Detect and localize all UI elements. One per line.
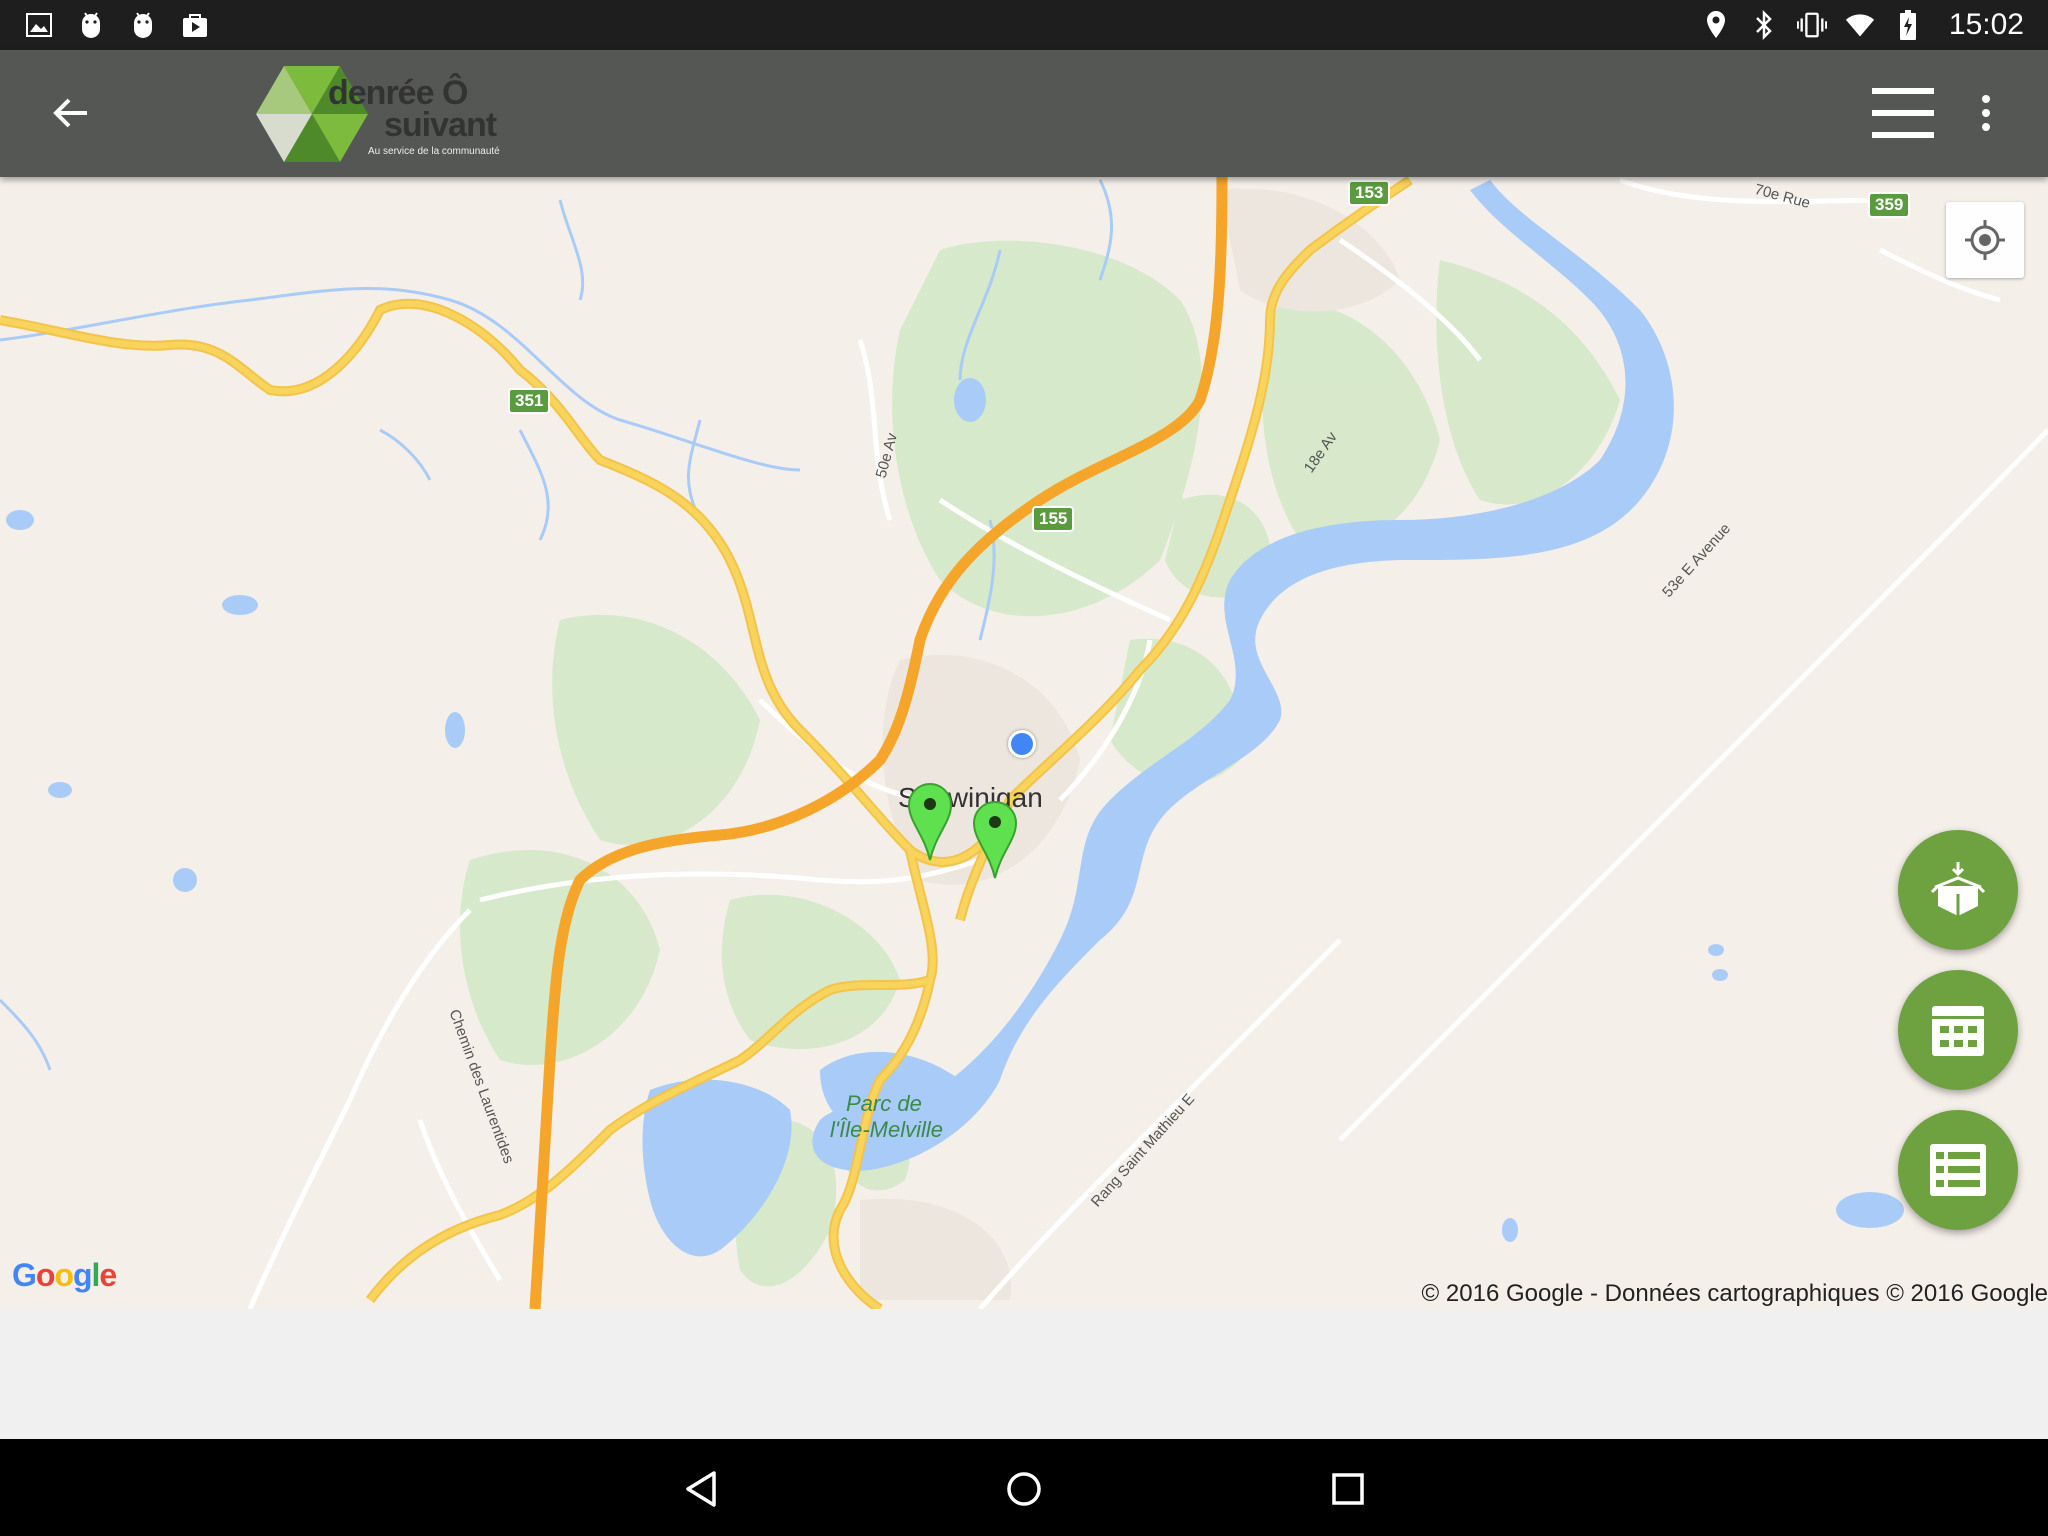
google-logo: Google [12,1257,117,1293]
donate-fab-button[interactable] [1898,830,2018,950]
app-logo: denrée Ô suivant Au service de la commun… [254,62,514,166]
bottom-panel [0,1309,2048,1439]
logo-word-suivant: suivant [384,106,497,144]
arrow-back-icon [53,98,87,128]
place-marker-2[interactable] [971,800,1019,880]
nav-recents-button[interactable] [1316,1457,1380,1521]
vibrate-icon [1796,10,1827,40]
image-notification-icon [24,10,54,40]
my-location-target-icon [1965,220,2005,260]
map-attribution[interactable]: © 2016 Google - Données cartographiques … [1422,1280,2048,1308]
navigation-bar [0,1439,2048,1536]
status-bar-system: 15:02 [1701,8,2024,42]
location-icon [1701,10,1731,40]
map-pin-icon [907,782,953,861]
my-location-button[interactable] [1946,202,2024,278]
route-shield-359: 359 [1868,192,1911,218]
route-shield-153: 153 [1348,180,1391,206]
nav-back-icon [686,1471,716,1507]
android-debug-icon [76,10,106,40]
app-bar: denrée Ô suivant Au service de la commun… [0,50,2048,177]
hamburger-menu-icon [1872,88,1934,138]
back-button[interactable] [36,80,106,146]
route-shield-351: 351 [508,388,551,414]
list-fab-button[interactable] [1898,1110,2018,1230]
nav-home-icon [1007,1472,1041,1506]
nav-back-button[interactable] [670,1457,734,1521]
status-bar-notifications [24,10,210,40]
status-bar: 15:02 [0,0,2048,50]
map-pin-icon [972,800,1018,879]
list-view-icon [1930,1144,1986,1196]
park-label-line1: Parc de [846,1091,922,1116]
route-shield-155: 155 [1032,506,1075,532]
place-marker-1[interactable] [906,782,954,862]
park-label-line2: l'Île-Melville [830,1117,943,1142]
box-donate-icon [1930,862,1986,916]
overflow-menu-button[interactable] [1966,78,2006,148]
menu-button[interactable] [1868,78,1938,148]
android-debug-icon-2 [128,10,158,40]
more-vert-icon [1982,95,1990,131]
wifi-icon [1845,10,1875,40]
play-store-icon [180,10,210,40]
bluetooth-icon [1749,10,1779,40]
nav-recents-icon [1332,1473,1364,1505]
map-view[interactable]: 351 155 153 359 Shawinigan Parc de l'Île… [0,177,2048,1309]
battery-charging-icon [1893,10,1923,40]
calendar-grid-icon [1932,1006,1984,1056]
logo-tagline: Au service de la communauté [368,146,500,157]
status-clock: 15:02 [1948,8,2024,41]
calendar-fab-button[interactable] [1898,970,2018,1090]
my-location-dot [1008,730,1036,758]
nav-home-button[interactable] [992,1457,1056,1521]
